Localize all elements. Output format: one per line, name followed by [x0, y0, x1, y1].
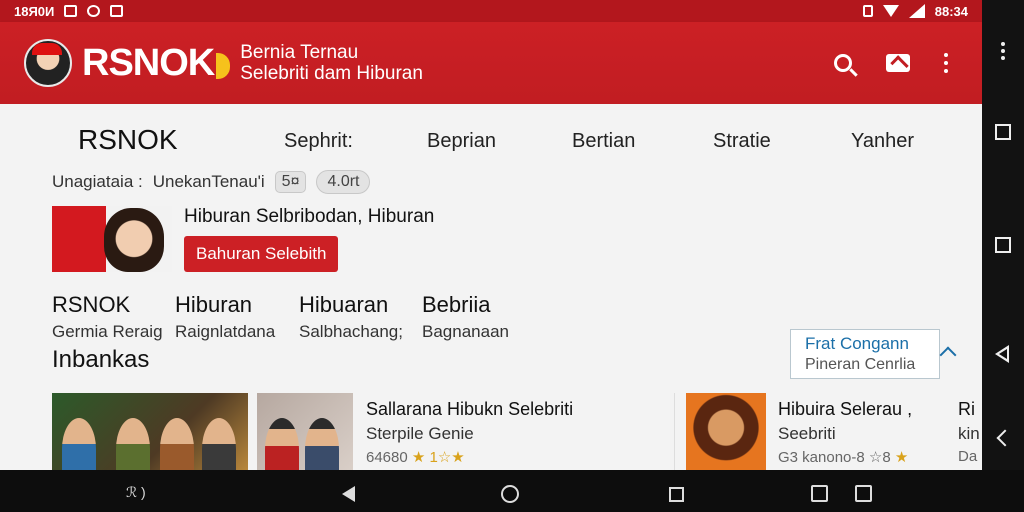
chevron-up-icon[interactable]	[939, 346, 957, 364]
tagline-line-1: Bernia Ternau	[240, 42, 359, 63]
wifi-icon	[882, 5, 899, 17]
recent-apps-icon[interactable]	[669, 487, 684, 502]
home-icon[interactable]	[501, 485, 519, 503]
rotate-icon[interactable]	[855, 485, 872, 502]
card-title: Hibuira Selerau ,	[778, 399, 913, 419]
card-text[interactable]: Ri kin Da	[958, 399, 982, 465]
category-subtitle: Salbhachang;	[299, 322, 403, 341]
rail-back-icon[interactable]	[995, 345, 1009, 363]
tab-beprian[interactable]: Beprian	[427, 130, 496, 153]
messenger-icon	[87, 5, 101, 17]
card-thumbnail[interactable]	[52, 393, 248, 470]
content-area: RSNOK Sephrit: Beprian Bertian Stratie Y…	[0, 104, 982, 470]
status-bar: 18Я0И 88:34	[0, 0, 982, 22]
card-subtitle: Seebriti	[778, 424, 836, 443]
card-text[interactable]: Hibuira Selerau , Seebriti G3 kanono-8 ☆…	[778, 399, 912, 466]
category-title: Hiburan	[175, 292, 253, 317]
featured-button[interactable]: Bahuran Selebith	[184, 236, 339, 272]
category-item[interactable]: RSNOK Germia Reraig	[52, 292, 163, 342]
card-subtitle: kin	[958, 424, 980, 443]
filter-label: Unagiataia :	[52, 172, 143, 191]
rating-chip[interactable]: 4.0rt	[316, 170, 371, 194]
category-title: RSNOK	[52, 292, 131, 317]
bottom-system-nav: ℛ )	[0, 470, 1024, 512]
card-meta: 64680 ★ 1☆★	[366, 448, 573, 466]
more-options-icon[interactable]	[944, 53, 948, 73]
card-thumbnail[interactable]	[686, 393, 766, 470]
screenshot-icon[interactable]	[811, 485, 828, 502]
card-meta-text: 64680	[366, 449, 408, 466]
tagline: Bernia Ternau Selebriti dam Hiburan	[240, 42, 423, 84]
rail-window-icon[interactable]	[995, 237, 1011, 253]
status-time-left: 18Я0И	[14, 3, 55, 19]
brand-logo: RSNOK	[82, 41, 215, 84]
rail-chevron-left-icon[interactable]	[996, 429, 1014, 447]
category-title: Hibuaran	[299, 292, 389, 317]
follow-title: Frat Congann	[805, 334, 909, 353]
gallery-icon	[64, 5, 78, 17]
tab-bertian[interactable]: Bertian	[572, 130, 635, 153]
featured-item[interactable]: Hiburan Selbribodan, Hiburan Bahuran Sel…	[52, 206, 434, 272]
signal-icon	[908, 4, 925, 18]
card-subtitle: Sterpile Genie	[366, 424, 474, 443]
card-title: Sallarana Hibukn Selebriti	[366, 399, 574, 419]
card-title: Ri	[958, 399, 975, 419]
follow-button[interactable]: Frat Congann Pineran Cenrlia	[790, 329, 940, 379]
search-button[interactable]	[834, 54, 852, 72]
system-nav-rail	[982, 0, 1024, 470]
card-thumbnail[interactable]	[257, 393, 353, 470]
cast-button[interactable]	[886, 54, 910, 72]
tab-sephrit[interactable]: Sephrit:	[284, 130, 353, 153]
featured-thumbnail	[52, 206, 172, 272]
tab-stratie[interactable]: Stratie	[713, 130, 771, 153]
tab-bar: RSNOK Sephrit: Beprian Bertian Stratie Y…	[0, 124, 982, 160]
filter-row: Unagiataia : UnekanTenau'i 5¤ 4.0rt	[52, 170, 371, 194]
category-item[interactable]: Hiburan Raignlatdana	[175, 292, 275, 342]
count-chip[interactable]: 5¤	[274, 171, 307, 193]
vibrate-icon	[862, 5, 873, 17]
card-text[interactable]: Sallarana Hibukn Selebriti Sterpile Geni…	[366, 399, 573, 466]
rail-recent-icon[interactable]	[995, 124, 1011, 140]
category-subtitle: Germia Reraig	[52, 322, 163, 341]
section-title: Inbankas	[52, 346, 150, 373]
status-time-right: 88:34	[934, 3, 968, 19]
filter-value: UnekanTenau'i	[152, 172, 265, 191]
rating-stars: ★ 1☆★	[411, 449, 465, 466]
search-icon	[834, 54, 852, 72]
back-icon[interactable]	[342, 486, 355, 502]
featured-title: Hiburan Selbribodan, Hiburan	[184, 206, 435, 227]
cast-icon	[886, 54, 910, 72]
bottom-nav-label[interactable]: ℛ )	[126, 484, 146, 501]
card-meta: G3 kanono-8 ☆8 ★	[778, 448, 912, 466]
category-subtitle: Raignlatdana	[175, 322, 276, 341]
rating-stars: ★	[894, 449, 909, 466]
category-item[interactable]: Bebriia Bagnanaan	[422, 292, 509, 342]
rail-more-icon[interactable]	[1001, 42, 1005, 60]
follow-subtitle: Pineran Cenrlia	[805, 356, 916, 373]
tagline-line-2: Selebriti dam Hiburan	[240, 63, 423, 84]
category-row: RSNOK Germia Reraig Hiburan Raignlatdana…	[52, 292, 572, 342]
app-bar: RSNOK Bernia Ternau Selebriti dam Hibura…	[0, 22, 982, 104]
notification-icon	[110, 5, 124, 17]
tab-yanher[interactable]: Yanher	[851, 130, 914, 153]
category-subtitle: Bagnanaan	[422, 322, 509, 341]
divider	[674, 393, 675, 470]
card-meta-text: G3 kanono-8 ☆8	[778, 449, 891, 466]
tab-rsnok[interactable]: RSNOK	[78, 124, 178, 156]
category-item[interactable]: Hibuaran Salbhachang;	[299, 292, 403, 342]
avatar[interactable]	[24, 39, 72, 87]
card-meta: Da	[958, 448, 978, 465]
category-title: Bebriia	[422, 292, 491, 317]
brand-mark-icon	[216, 53, 231, 79]
